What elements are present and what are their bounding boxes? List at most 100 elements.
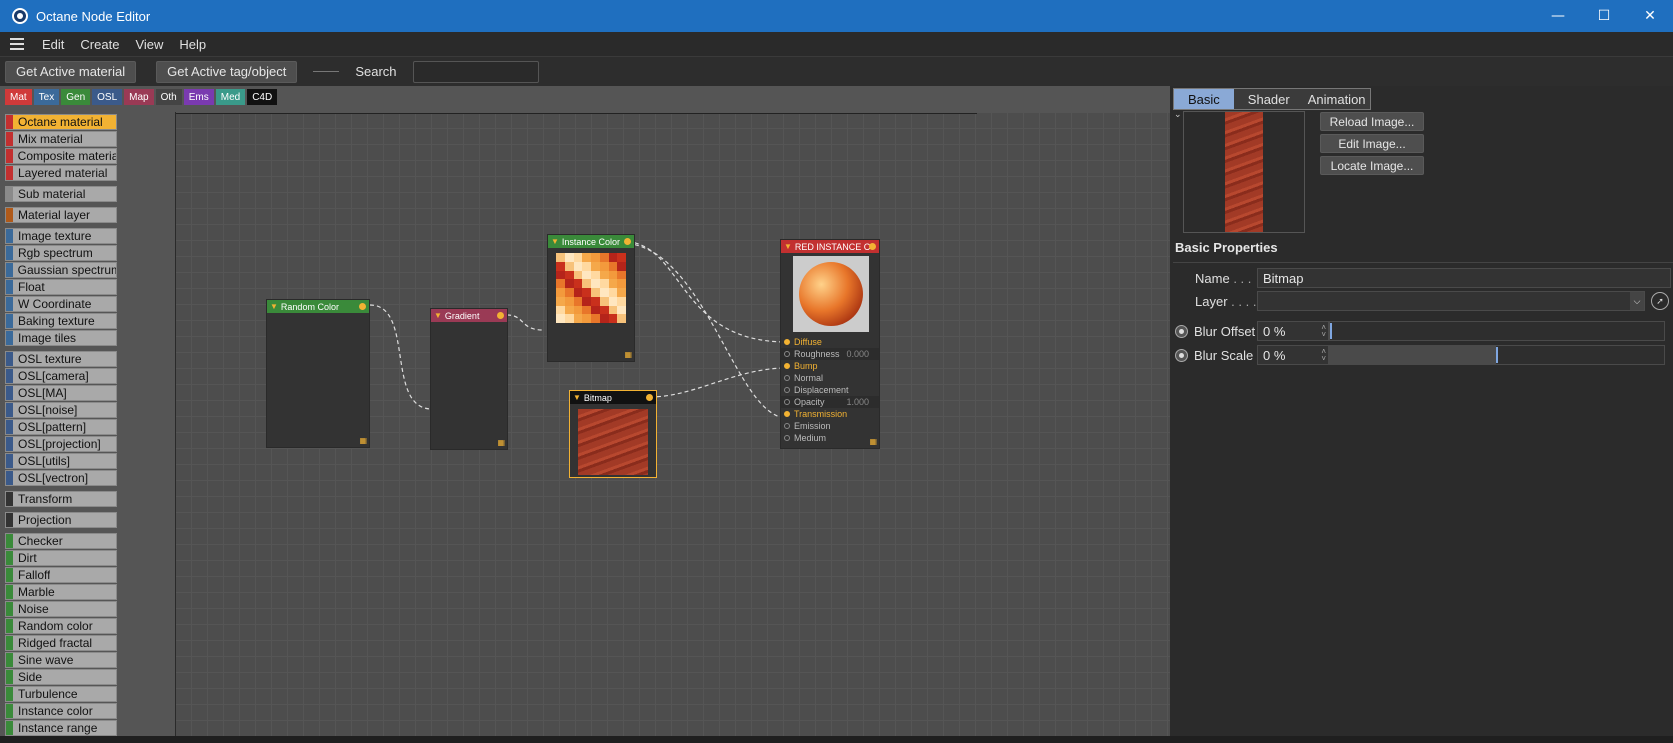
menu-create[interactable]: Create [72, 37, 127, 52]
category-tab-tex[interactable]: Tex [33, 89, 60, 105]
node-list-item[interactable]: Octane material [5, 114, 117, 130]
material-port-opacity[interactable]: Opacity 1.000 [781, 396, 879, 408]
node-list-item[interactable]: OSL[camera] [5, 368, 117, 384]
category-tab-mat[interactable]: Mat [5, 89, 32, 105]
material-port-medium[interactable]: Medium [781, 432, 879, 444]
node-list-item[interactable]: Turbulence [5, 686, 117, 702]
edit-image-button[interactable]: Edit Image... [1320, 134, 1424, 153]
node-header[interactable]: ▼ Random Color [267, 300, 369, 313]
node-header[interactable]: ▼ RED INSTANCE C [781, 240, 879, 253]
resize-grip-icon[interactable]: ▦ [869, 438, 877, 446]
node-list-item[interactable]: OSL[utils] [5, 453, 117, 469]
animate-radio-icon[interactable] [1175, 348, 1188, 362]
search-input[interactable] [412, 60, 539, 83]
node-list-item[interactable]: Dirt [5, 550, 117, 566]
resize-grip-icon[interactable]: ▦ [497, 439, 505, 447]
menu-edit[interactable]: Edit [34, 37, 72, 52]
category-tab-osl[interactable]: OSL [92, 89, 123, 105]
material-port-normal[interactable]: Normal [781, 372, 879, 384]
get-active-material-button[interactable]: Get Active material [5, 60, 137, 83]
node-list-item[interactable]: Image texture [5, 228, 117, 244]
node-list-item[interactable]: Sine wave [5, 652, 117, 668]
collapse-triangle-icon[interactable]: ▼ [434, 311, 442, 320]
tab-animation[interactable]: Animation [1303, 89, 1370, 109]
material-port-bump[interactable]: Bump [781, 360, 879, 372]
material-port-roughness[interactable]: Roughness 0.000 [781, 348, 879, 360]
output-port[interactable] [497, 312, 504, 319]
locate-image-button[interactable]: Locate Image... [1320, 156, 1424, 175]
port-dot[interactable] [784, 375, 790, 381]
output-port[interactable] [646, 394, 653, 401]
node-header[interactable]: ▼ Bitmap [570, 391, 656, 404]
port-dot[interactable] [784, 435, 790, 441]
chevron-down-icon[interactable]: ⌵ [1630, 292, 1644, 310]
blur-scale-input[interactable]: 0 % ˄ ˅ [1257, 345, 1329, 365]
node-list-item[interactable]: Transform [5, 491, 117, 507]
node-bitmap[interactable]: ▼ Bitmap [569, 390, 657, 478]
output-port[interactable] [624, 238, 631, 245]
minimize-icon[interactable]: — [1535, 0, 1581, 32]
node-list-item[interactable]: Baking texture [5, 313, 117, 329]
slider-handle[interactable] [1496, 347, 1498, 363]
node-list-item[interactable]: Marble [5, 584, 117, 600]
node-material[interactable]: ▼ RED INSTANCE C Diffuse Roughness 0.000 Bu… [780, 239, 880, 449]
node-list-item[interactable]: W Coordinate [5, 296, 117, 312]
node-list-item[interactable]: Noise [5, 601, 117, 617]
resize-grip-icon[interactable]: ▦ [624, 351, 632, 359]
spinner-icon[interactable]: ˄ ˅ [1321, 348, 1326, 363]
node-list-item[interactable]: Ridged fractal [5, 635, 117, 651]
node-list-item[interactable]: Composite material [5, 148, 117, 164]
node-gradient[interactable]: ▼ Gradient ▦ [430, 308, 508, 450]
tab-basic[interactable]: Basic [1174, 89, 1234, 109]
node-list-item[interactable]: Float [5, 279, 117, 295]
material-port-emission[interactable]: Emission [781, 420, 879, 432]
node-list-item[interactable]: Projection [5, 512, 117, 528]
node-list-item[interactable]: OSL[vectron] [5, 470, 117, 486]
spinner-icon[interactable]: ˄ ˅ [1321, 324, 1326, 339]
resize-grip-icon[interactable]: ▦ [359, 437, 367, 445]
node-list-item[interactable]: Material layer [5, 207, 117, 223]
slider-handle[interactable] [1330, 323, 1332, 339]
collapse-triangle-icon[interactable]: ▼ [551, 237, 559, 246]
node-header[interactable]: ▼ Gradient [431, 309, 507, 322]
get-active-tag-button[interactable]: Get Active tag/object [156, 60, 298, 83]
node-list-item[interactable]: Gaussian spectrum [5, 262, 117, 278]
category-tab-gen[interactable]: Gen [61, 89, 91, 105]
blur-scale-slider[interactable] [1329, 345, 1665, 365]
category-tab-c4d[interactable]: C4D [247, 89, 278, 105]
node-list-item[interactable]: OSL[MA] [5, 385, 117, 401]
blur-offset-slider[interactable] [1329, 321, 1665, 341]
output-port[interactable] [359, 303, 366, 310]
name-field[interactable]: Bitmap [1257, 268, 1671, 288]
port-dot[interactable] [784, 363, 790, 369]
blur-offset-input[interactable]: 0 % ˄ ˅ [1257, 321, 1329, 341]
layer-dropdown[interactable]: ⌵ [1257, 291, 1645, 311]
node-list-item[interactable]: Instance color [5, 703, 117, 719]
port-dot[interactable] [784, 387, 790, 393]
collapse-chevron-icon[interactable]: ⌄ [1174, 110, 1182, 120]
node-list-item[interactable]: OSL[noise] [5, 402, 117, 418]
node-list-item[interactable]: OSL[pattern] [5, 419, 117, 435]
menu-help[interactable]: Help [171, 37, 214, 52]
node-list-item[interactable]: OSL[projection] [5, 436, 117, 452]
node-instance-color[interactable]: ▼ Instance Color ▦ [547, 234, 635, 362]
node-list-item[interactable]: Mix material [5, 131, 117, 147]
category-tab-ems[interactable]: Ems [183, 89, 214, 105]
port-dot[interactable] [784, 339, 790, 345]
port-dot[interactable] [784, 423, 790, 429]
material-port-displacement[interactable]: Displacement [781, 384, 879, 396]
node-header[interactable]: ▼ Instance Color [548, 235, 634, 248]
reload-image-button[interactable]: Reload Image... [1320, 112, 1424, 131]
node-list-item[interactable]: Sub material [5, 186, 117, 202]
menu-view[interactable]: View [127, 37, 171, 52]
collapse-triangle-icon[interactable]: ▼ [573, 393, 581, 402]
collapse-triangle-icon[interactable]: ▼ [270, 302, 278, 311]
hamburger-menu-icon[interactable] [10, 38, 24, 50]
maximize-icon[interactable]: ☐ [1581, 0, 1627, 32]
node-list-item[interactable]: Checker [5, 533, 117, 549]
port-dot[interactable] [784, 351, 790, 357]
node-list-item[interactable]: OSL texture [5, 351, 117, 367]
port-dot[interactable] [784, 411, 790, 417]
collapse-triangle-icon[interactable]: ▼ [784, 242, 792, 251]
category-tab-med[interactable]: Med [215, 89, 246, 105]
